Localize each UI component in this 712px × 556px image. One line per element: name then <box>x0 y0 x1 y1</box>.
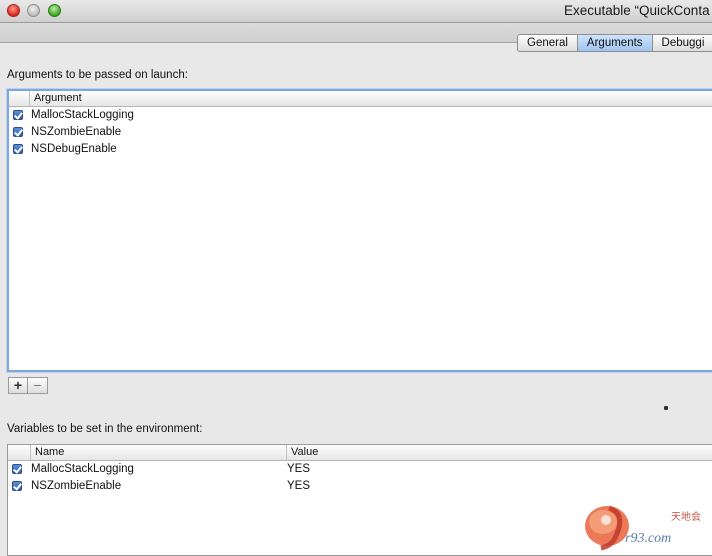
tab-arguments[interactable]: Arguments <box>577 34 653 52</box>
tab-debugging[interactable]: Debuggi <box>652 34 712 52</box>
argument-value[interactable]: NSZombieEnable <box>31 125 121 140</box>
environment-row[interactable]: NSZombieEnable YES <box>8 478 712 495</box>
value-column-header[interactable]: Value <box>286 445 712 460</box>
minimize-window-button[interactable] <box>27 4 40 17</box>
variable-name[interactable]: NSZombieEnable <box>31 479 121 494</box>
window-title: Executable “QuickConta <box>564 3 710 18</box>
arguments-section-label: Arguments to be passed on launch: <box>7 69 188 81</box>
add-argument-button[interactable]: + <box>8 377 28 394</box>
title-bar: Executable “QuickConta <box>0 0 712 23</box>
argument-row[interactable]: MallocStackLogging <box>9 107 712 124</box>
argument-enabled-checkbox[interactable] <box>13 110 23 120</box>
argument-enabled-checkbox[interactable] <box>13 144 23 154</box>
argument-enabled-checkbox[interactable] <box>13 127 23 137</box>
variable-name[interactable]: MallocStackLogging <box>31 462 134 477</box>
environment-table-header: Name Value <box>8 445 712 461</box>
variable-enabled-checkbox[interactable] <box>12 481 22 491</box>
close-window-button[interactable] <box>7 4 20 17</box>
watermark-logo: r93.com 天地会 <box>585 505 701 551</box>
tab-bar: General Arguments Debuggi <box>517 34 712 52</box>
mouse-cursor <box>664 406 668 410</box>
variable-value[interactable]: YES <box>287 462 310 477</box>
name-column-header[interactable]: Name <box>30 445 286 460</box>
argument-value[interactable]: MallocStackLogging <box>31 108 134 123</box>
argument-value[interactable]: NSDebugEnable <box>31 142 117 157</box>
arguments-table[interactable]: Argument MallocStackLogging NSZombieEnab… <box>7 89 712 372</box>
variable-enabled-checkbox[interactable] <box>12 464 22 474</box>
watermark-text: 天地会 <box>671 510 701 523</box>
tab-general[interactable]: General <box>517 34 578 52</box>
zoom-window-button[interactable] <box>48 4 61 17</box>
checkbox-column-header[interactable] <box>8 445 30 460</box>
environment-section-label: Variables to be set in the environment: <box>7 423 203 435</box>
environment-row[interactable]: MallocStackLogging YES <box>8 461 712 478</box>
arguments-table-header: Argument <box>9 91 712 107</box>
watermark-wordmark: r93.com <box>625 531 671 546</box>
argument-row[interactable]: NSDebugEnable <box>9 141 712 158</box>
argument-column-header[interactable]: Argument <box>29 91 712 106</box>
argument-add-remove-controls: + − <box>8 377 48 394</box>
variable-value[interactable]: YES <box>287 479 310 494</box>
argument-row[interactable]: NSZombieEnable <box>9 124 712 141</box>
remove-argument-button[interactable]: − <box>28 377 48 394</box>
checkbox-column-header[interactable] <box>9 91 29 106</box>
